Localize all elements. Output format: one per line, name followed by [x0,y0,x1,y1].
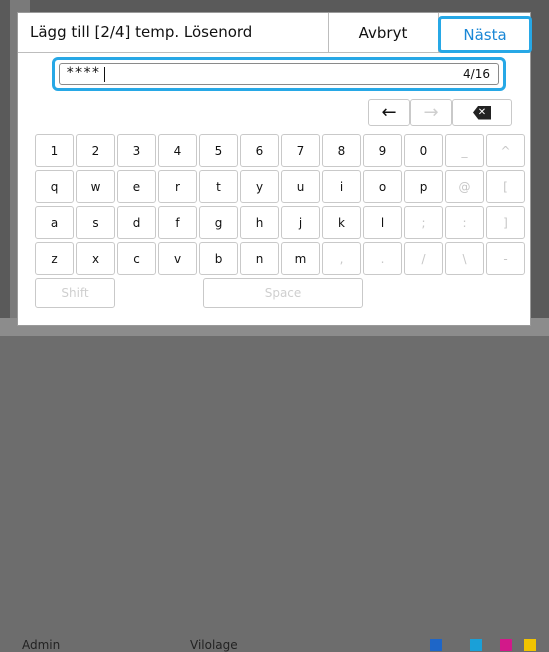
key[interactable]: p [404,170,443,203]
backspace-key[interactable]: ✕ [452,99,512,126]
cursor-left-key[interactable]: ← [368,99,410,126]
key[interactable]: x [76,242,115,275]
key[interactable]: . [363,242,402,275]
key[interactable]: h [240,206,279,239]
key[interactable]: ; [404,206,443,239]
key[interactable]: g [199,206,238,239]
shift-key[interactable]: Shift [35,278,115,308]
key[interactable]: b [199,242,238,275]
key[interactable]: @ [445,170,484,203]
key[interactable]: 7 [281,134,320,167]
key[interactable]: , [322,242,361,275]
key[interactable]: 2 [76,134,115,167]
key[interactable]: r [158,170,197,203]
key[interactable]: 1 [35,134,74,167]
password-input[interactable]: **** 4/16 [59,63,499,85]
next-button[interactable]: Nästa [438,16,532,53]
key[interactable]: _ [445,134,484,167]
key[interactable]: n [240,242,279,275]
ink-y-icon [524,639,536,651]
key[interactable]: : [445,206,484,239]
key[interactable]: l [363,206,402,239]
key[interactable]: / [404,242,443,275]
key[interactable]: o [363,170,402,203]
background-mode-label: Vilolage [190,638,238,652]
backspace-icon: ✕ [473,105,491,120]
cursor-right-key[interactable]: → [410,99,452,126]
key[interactable]: c [117,242,156,275]
key[interactable]: 6 [240,134,279,167]
key[interactable]: ] [486,206,525,239]
ink-c-icon [470,639,482,651]
text-caret [104,67,105,82]
key[interactable]: z [35,242,74,275]
key[interactable]: d [117,206,156,239]
key[interactable]: y [240,170,279,203]
key[interactable]: w [76,170,115,203]
key[interactable]: 8 [322,134,361,167]
password-dialog: Lägg till [2/4] temp. Lösenord Avbryt Nä… [17,12,532,326]
key[interactable]: ^ [486,134,525,167]
key[interactable]: v [158,242,197,275]
key[interactable]: t [199,170,238,203]
ink-m-icon [500,639,512,651]
space-key[interactable]: Space [203,278,363,308]
password-field-highlight: **** 4/16 [52,57,506,91]
key[interactable]: 4 [158,134,197,167]
password-input-value: **** [66,65,100,81]
ink-k-icon [430,639,442,651]
key[interactable]: 0 [404,134,443,167]
key[interactable]: m [281,242,320,275]
character-count: 4/16 [463,67,490,81]
dialog-title: Lägg till [2/4] temp. Lösenord [30,23,253,41]
key[interactable]: a [35,206,74,239]
key[interactable]: i [322,170,361,203]
key[interactable]: 9 [363,134,402,167]
key[interactable]: s [76,206,115,239]
key[interactable]: e [117,170,156,203]
dialog-titlebar: Lägg till [2/4] temp. Lösenord Avbryt Nä… [18,13,532,53]
key[interactable]: [ [486,170,525,203]
cancel-button[interactable]: Avbryt [328,13,438,52]
key[interactable]: q [35,170,74,203]
key[interactable]: u [281,170,320,203]
key[interactable]: \ [445,242,484,275]
key[interactable]: 3 [117,134,156,167]
key[interactable]: j [281,206,320,239]
key[interactable]: k [322,206,361,239]
key[interactable]: - [486,242,525,275]
key[interactable]: f [158,206,197,239]
background-user-label: Admin [22,638,61,652]
key[interactable]: 5 [199,134,238,167]
